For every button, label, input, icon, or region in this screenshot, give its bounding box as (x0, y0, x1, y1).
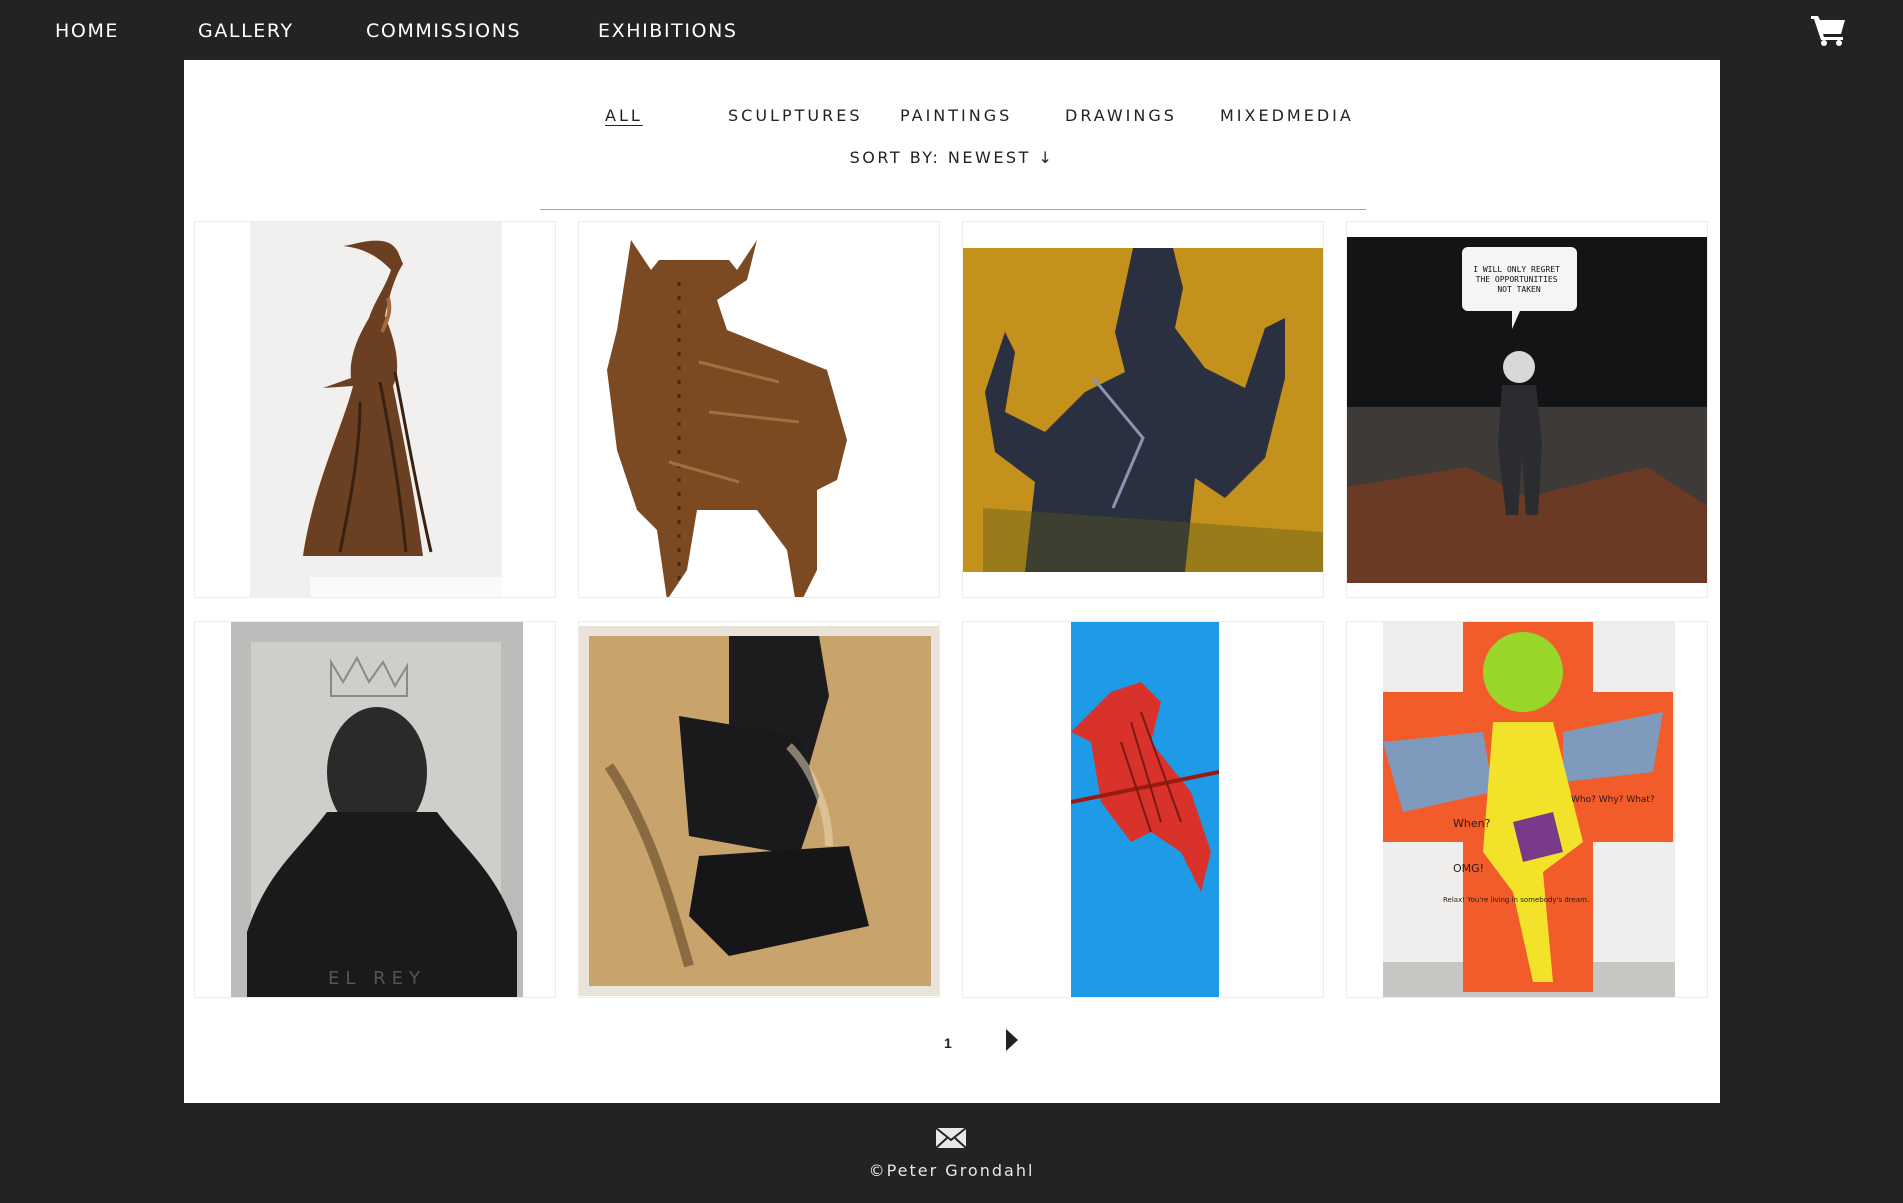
next-arrow-icon[interactable] (1004, 1027, 1020, 1053)
artwork-card[interactable]: When? Who? Why? What? OMG! Relax! You're… (1346, 621, 1708, 998)
artwork-card[interactable] (962, 621, 1324, 998)
artwork-image (579, 222, 939, 597)
artwork-image (250, 222, 502, 597)
artwork-scribble: Relax! You're living in somebody's dream… (1443, 896, 1589, 904)
nav-home[interactable]: HOME (55, 20, 119, 42)
artwork-card[interactable] (962, 221, 1324, 598)
nav-gallery[interactable]: GALLERY (198, 20, 294, 42)
artwork-card[interactable] (578, 221, 940, 598)
artwork-card[interactable] (194, 221, 556, 598)
artwork-scribble: Who? Why? What? (1571, 795, 1655, 805)
artwork-image (963, 248, 1323, 572)
shopping-cart-icon[interactable] (1810, 13, 1848, 47)
nav-commissions[interactable]: COMMISSIONS (366, 20, 521, 42)
artwork-scribble: OMG! (1453, 862, 1484, 875)
nav-exhibitions[interactable]: EXHIBITIONS (598, 20, 738, 42)
artwork-image: When? Who? Why? What? OMG! Relax! You're… (1383, 622, 1675, 997)
artwork-image: EL REY (231, 622, 523, 997)
top-navigation: HOME GALLERY COMMISSIONS EXHIBITIONS (0, 0, 1903, 60)
copyright: ©Peter Grondahl (868, 1161, 1035, 1180)
artwork-card[interactable]: EL REY (194, 621, 556, 998)
artwork-card[interactable] (578, 621, 940, 998)
artwork-grid: I WILL ONLY REGRET THE OPPORTUNITIES NOT… (184, 60, 1720, 1103)
artwork-caption: EL REY (328, 968, 426, 989)
page-number[interactable]: 1 (944, 1035, 952, 1051)
gallery-panel: ALL SCULPTURES PAINTINGS DRAWINGS MIXEDM… (184, 60, 1720, 1103)
artwork-image (1071, 622, 1219, 997)
artwork-image (579, 626, 939, 996)
envelope-icon[interactable] (935, 1126, 967, 1150)
artwork-image: I WILL ONLY REGRET THE OPPORTUNITIES NOT… (1347, 237, 1707, 583)
artwork-card[interactable]: I WILL ONLY REGRET THE OPPORTUNITIES NOT… (1346, 221, 1708, 598)
artwork-scribble: When? (1453, 817, 1491, 830)
